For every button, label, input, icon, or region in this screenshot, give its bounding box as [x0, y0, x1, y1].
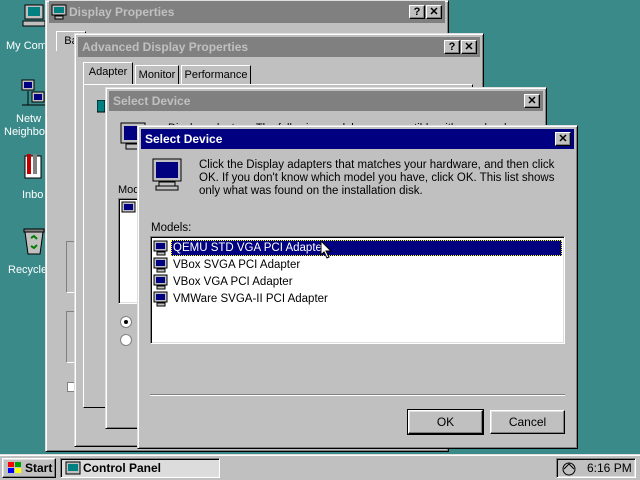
tab-monitor[interactable]: Monitor [135, 65, 179, 84]
desktop-icon-label: My Com [6, 40, 47, 52]
select-device-dialog: Select Device ✕ Click the Display adapte… [137, 125, 578, 449]
display-properties-titlebar: Display Properties ? ✕ [49, 1, 445, 23]
radio-button[interactable] [120, 316, 132, 328]
mouse-cursor-icon [320, 240, 333, 259]
display-icon [51, 4, 67, 20]
tab-adapter[interactable]: Adapter [83, 62, 133, 84]
cancel-button[interactable]: Cancel [490, 410, 565, 434]
desktop-icon-label: Neighbo [4, 126, 45, 138]
close-button[interactable]: ✕ [426, 5, 442, 19]
display-adapter-icon [153, 291, 168, 307]
desktop-icon-label: Recycle [8, 264, 48, 276]
divider [150, 394, 565, 396]
list-item-label: VBox VGA PCI Adapter [173, 276, 293, 288]
close-button[interactable]: ✕ [524, 94, 540, 108]
clock[interactable]: 6:16 PM [587, 459, 632, 477]
desktop-icon-label: Netw [16, 113, 42, 125]
display-adapter-icon [153, 257, 168, 273]
list-item-label: QEMU STD VGA PCI Adapter [171, 240, 562, 256]
display-adapter-icon [153, 274, 168, 290]
list-item-qemu-std-vga[interactable]: QEMU STD VGA PCI Adapter [153, 240, 562, 256]
help-button[interactable]: ? [409, 5, 425, 19]
task-label: Control Panel [83, 461, 162, 475]
dialog-title: Select Device [145, 132, 223, 146]
advanced-titlebar: Advanced Display Properties ? ✕ [78, 37, 480, 57]
select-device-back-titlebar: Select Device ✕ [109, 91, 543, 111]
taskbar: Start Control Panel 6:16 PM [0, 454, 640, 480]
display-adapter-icon [153, 240, 168, 256]
network-icon [21, 79, 46, 106]
monitor-icon [152, 158, 182, 191]
taskbar-button-control-panel[interactable]: Control Panel [60, 458, 220, 478]
tab-performance[interactable]: Performance [181, 65, 251, 84]
list-item-label: VBox SVGA PCI Adapter [173, 259, 301, 271]
models-list[interactable]: QEMU STD VGA PCI Adapter VBox SVGA PCI A… [150, 236, 565, 344]
start-label: Start [25, 461, 53, 475]
monitor-icon [121, 201, 136, 213]
close-button[interactable]: ✕ [555, 132, 571, 146]
desktop-icon-label: Inbo [22, 189, 44, 201]
system-tray: 6:16 PM [556, 458, 636, 478]
window-title: Display Properties [69, 5, 175, 19]
dialog-titlebar: Select Device ✕ [141, 129, 574, 149]
inbox-icon [24, 154, 42, 179]
dialog-description: Click the Display adapters that matches … [199, 159, 555, 197]
close-button[interactable]: ✕ [461, 40, 477, 54]
recycle-bin-icon [23, 228, 45, 255]
list-item-label: VMWare SVGA-II PCI Adapter [173, 293, 328, 305]
window-title: Advanced Display Properties [82, 40, 249, 54]
control-panel-icon [65, 461, 81, 475]
models-label: Models: [151, 222, 192, 234]
start-button[interactable]: Start [2, 458, 56, 478]
ok-button[interactable]: OK [407, 409, 484, 435]
windows-logo-icon [8, 462, 21, 473]
window-title: Select Device [113, 94, 191, 108]
display-settings-icon[interactable] [561, 461, 577, 477]
help-button[interactable]: ? [444, 40, 460, 54]
radio-button[interactable] [120, 334, 132, 346]
tab-strip: Adapter Monitor Performance [83, 62, 263, 84]
